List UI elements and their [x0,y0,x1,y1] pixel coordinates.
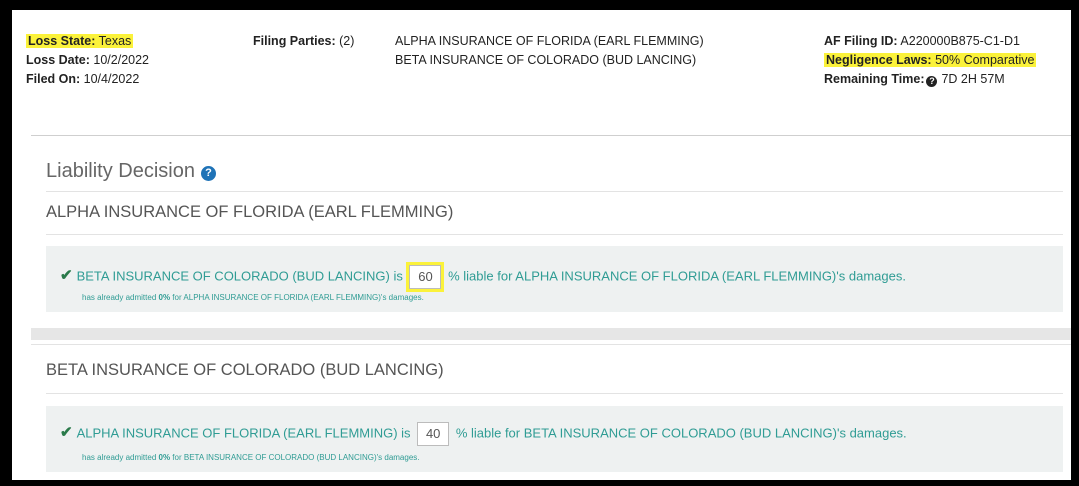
liability-decision-row: ✔ ALPHA INSURANCE OF FLORIDA (EARL FLEMMI… [46,406,1063,472]
loss-state-label: Loss State: [28,34,96,48]
admitted-percent: 0% [158,293,171,302]
loss-date-row: Loss Date: 10/2/2022 [26,51,149,70]
admitted-prefix: has already admitted [82,293,157,302]
filing-party-item: ALPHA INSURANCE OF FLORIDA (EARL FLEMMIN… [395,34,704,48]
remaining-time-value: 7D 2H 57M [941,72,1005,86]
decision-statement: ✔ ALPHA INSURANCE OF FLORIDA (EARL FLEMMI… [60,422,907,446]
decision-statement: ✔ BETA INSURANCE OF COLORADO (BUD LANCING… [60,262,906,292]
divider [46,393,1063,394]
liable-for-text: % liable for ALPHA INSURANCE OF FLORIDA … [448,268,906,284]
loss-date-label: Loss Date: [26,53,90,67]
filed-on-value: 10/4/2022 [83,72,140,86]
filed-on-row: Filed On: 10/4/2022 [26,70,149,89]
check-icon: ✔ [60,424,73,442]
remaining-time-label: Remaining Time: [824,72,925,86]
filing-parties-list: ALPHA INSURANCE OF FLORIDA (EARL FLEMMIN… [395,32,704,70]
af-filing-id-value: A220000B875-C1-D1 [900,34,1020,48]
liability-percent-input[interactable]: 40 [417,422,450,446]
filed-on-label: Filed On: [26,72,81,86]
percent-highlight: 60 [406,262,445,292]
claim-window: Loss State: Texas Loss Date: 10/2/2022 F… [12,10,1071,480]
loss-state-row: Loss State: Texas [26,32,149,51]
admitted-note: has already admitted 0% for BETA INSURAN… [82,453,420,462]
claim-header: Loss State: Texas Loss Date: 10/2/2022 F… [12,10,1071,130]
divider [46,191,1063,192]
admitted-percent: 0% [158,453,171,462]
filing-meta: AF Filing ID: A220000B875-C1-D1 Negligen… [824,32,1037,89]
loss-state-value: Texas [98,34,132,48]
negligence-value: 50% Comparative [935,53,1035,67]
liable-party: ALPHA INSURANCE OF FLORIDA (EARL FLEMMIN… [76,425,398,441]
section-separator [31,328,1071,340]
filing-parties-label-row: Filing Parties: (2) [253,32,354,51]
filing-parties-count: (2) [339,34,355,48]
admitted-suffix: for ALPHA INSURANCE OF FLORIDA (EARL FLE… [172,293,424,302]
af-filing-id-row: AF Filing ID: A220000B875-C1-D1 [824,32,1036,51]
liability-percent-input[interactable]: 60 [409,265,442,289]
remaining-time-row: Remaining Time:? 7D 2H 57M [824,70,1036,89]
negligence-label: Negligence Laws: [826,53,932,67]
admitted-suffix: for BETA INSURANCE OF COLORADO (BUD LANC… [172,453,420,462]
af-filing-id-label: AF Filing ID: [824,34,898,48]
party-heading: BETA INSURANCE OF COLORADO (BUD LANCING) [46,361,444,379]
negligence-row: Negligence Laws: 50% Comparative [824,51,1037,70]
liable-for-text: % liable for BETA INSURANCE OF COLORADO … [455,425,907,441]
liability-panel: Liability Decision? ALPHA INSURANCE OF F… [31,135,1071,480]
filing-parties-label: Filing Parties: [253,34,336,48]
check-icon: ✔ [60,267,73,285]
liable-party: BETA INSURANCE OF COLORADO (BUD LANCING) [76,268,390,284]
liability-decision-row: ✔ BETA INSURANCE OF COLORADO (BUD LANCING… [46,246,1063,312]
help-icon[interactable]: ? [200,166,216,181]
liability-title-text: Liability Decision [46,160,195,182]
party-heading: ALPHA INSURANCE OF FLORIDA (EARL FLEMMIN… [46,203,454,221]
liability-title: Liability Decision? [46,160,216,183]
is-text: is [401,425,411,441]
negligence-highlight: Negligence Laws: 50% Comparative [824,53,1037,67]
loss-state-highlight: Loss State: Texas [26,34,134,48]
loss-info: Loss State: Texas Loss Date: 10/2/2022 F… [26,32,149,89]
question-icon[interactable]: ? [926,76,938,87]
is-text: is [393,268,403,284]
divider [31,344,1071,345]
admitted-note: has already admitted 0% for ALPHA INSURA… [82,293,424,302]
divider [46,234,1063,235]
admitted-prefix: has already admitted [82,453,157,462]
filing-party-item: BETA INSURANCE OF COLORADO (BUD LANCING) [395,53,697,67]
loss-date-value: 10/2/2022 [93,53,149,67]
